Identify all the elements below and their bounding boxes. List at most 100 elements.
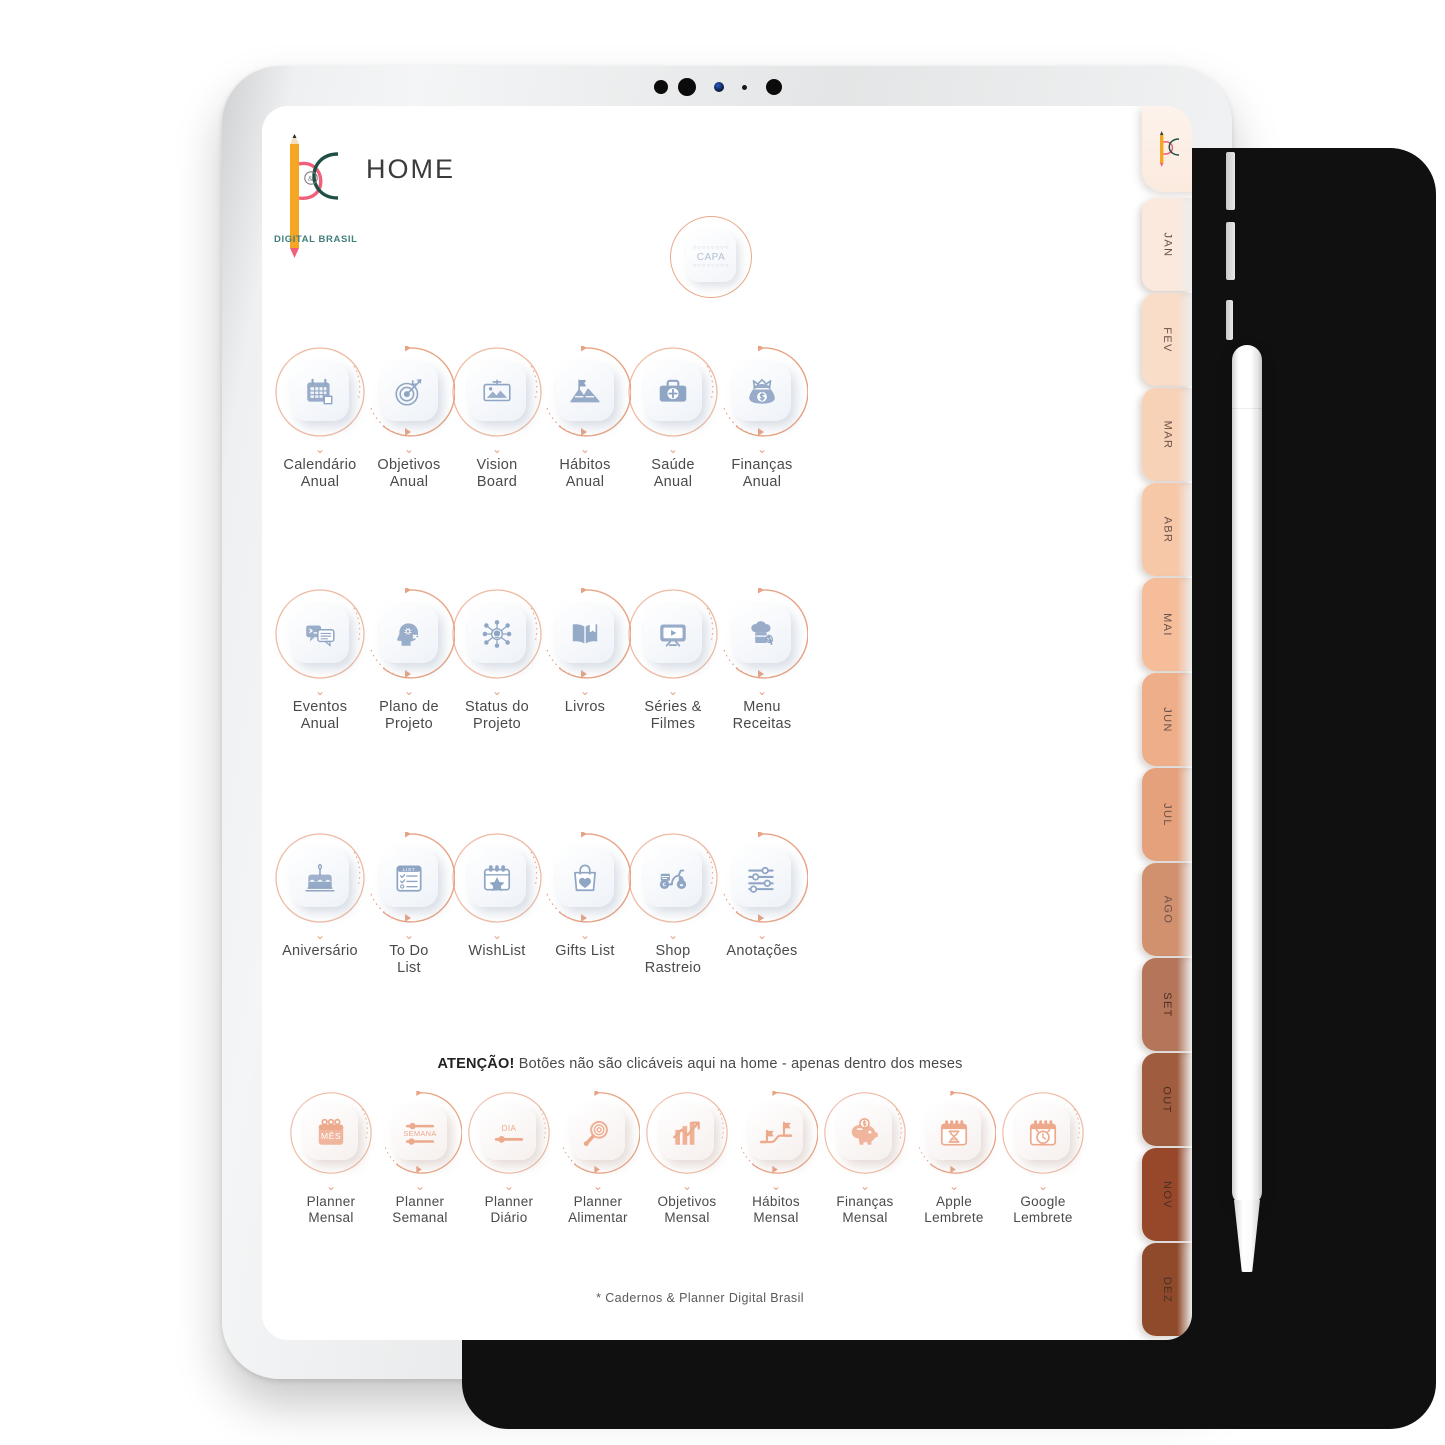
month-tab-set[interactable]: SET — [1142, 958, 1192, 1051]
monthly-section: MÊS ⌄ Planner Mensal SEMANA ⌄ Planner Se… — [262, 1091, 1138, 1281]
tv-play-icon-tile[interactable] — [644, 605, 702, 663]
growth-chart-icon-tile[interactable] — [660, 1106, 714, 1160]
calendar-month-icon-tile[interactable]: MÊS — [304, 1106, 358, 1160]
month-tab-fev[interactable]: FEV — [1142, 293, 1192, 386]
button-ring — [716, 588, 808, 680]
cover-button[interactable]: ○○○○○○○○ CAPA ○○○○○○○○ — [670, 216, 752, 298]
month-tab-label: JUL — [1160, 802, 1173, 827]
notice-body: Botões não são clicáveis aqui na home - … — [514, 1056, 963, 1072]
month-tab-label: SET — [1161, 991, 1173, 1018]
notice-emphasis: ATENÇÃO! — [437, 1056, 515, 1072]
month-tab-nov[interactable]: NOV — [1142, 1148, 1192, 1241]
calendar-hourglass-icon-tile[interactable] — [927, 1106, 981, 1160]
planner-button-chef-hat-whisk[interactable]: ⌄ Menu Receitas — [702, 588, 822, 733]
birthday-cake-icon-tile[interactable] — [291, 849, 349, 907]
svg-text:&: & — [308, 175, 314, 183]
button-label: Menu Receitas — [732, 699, 792, 732]
month-tab-label: ABR — [1160, 516, 1173, 543]
svg-text:DIA: DIA — [502, 1124, 517, 1133]
chat-bubbles-icon-tile[interactable] — [291, 605, 349, 663]
cover-dots-top: ○○○○○○○○ — [692, 244, 730, 251]
month-tab-label: FEV — [1161, 326, 1173, 353]
frying-pan-icon-tile[interactable] — [571, 1106, 625, 1160]
day-slider-icon-tile[interactable]: DIA — [482, 1106, 536, 1160]
planner-button-calendar-clock[interactable]: ⌄ Google Lembrete — [984, 1091, 1102, 1226]
planner-button-sliders[interactable]: ⌄ Anotações — [702, 832, 822, 960]
front-camera-array — [640, 78, 800, 96]
month-tab-out[interactable]: OUT — [1142, 1053, 1192, 1146]
calendar-icon-tile[interactable] — [291, 363, 349, 421]
lists-section: ⌄ Aniversário LIST ⌄ To Do List ⌄ WishLi… — [262, 832, 1138, 1012]
button-ring — [1001, 1091, 1085, 1175]
month-tab-jul[interactable]: JUL — [1142, 768, 1192, 861]
sliders-icon-tile[interactable] — [733, 849, 791, 907]
volume-down-button[interactable] — [1226, 222, 1235, 280]
screenshot-root: & DIGITAL BRASIL HOME ○○○○○○○○ CAPA ○○○○… — [0, 0, 1445, 1445]
button-ring — [716, 832, 808, 924]
button-label: Google Lembrete — [1013, 1194, 1073, 1225]
gift-bag-heart-icon-tile[interactable] — [556, 849, 614, 907]
month-tab-mai[interactable]: MAI — [1142, 578, 1192, 671]
svg-text:MÊS: MÊS — [321, 1131, 341, 1141]
apple-pencil-seam — [1232, 408, 1262, 409]
first-aid-kit-icon-tile[interactable] — [644, 363, 702, 421]
target-icon-tile[interactable] — [380, 363, 438, 421]
picture-frame-icon-tile[interactable] — [468, 363, 526, 421]
button-ring — [716, 346, 808, 438]
brand-logo-icon: & — [280, 128, 358, 268]
delivery-scooter-icon-tile[interactable] — [644, 849, 702, 907]
piggy-bank-icon-tile[interactable] — [838, 1106, 892, 1160]
camera-lens-icon — [678, 78, 696, 96]
flag-path-icon-tile[interactable] — [749, 1106, 803, 1160]
checklist-icon-tile[interactable]: LIST — [380, 849, 438, 907]
month-tab-label: NOV — [1160, 1180, 1173, 1209]
chevron-down-icon: ⌄ — [756, 442, 768, 456]
svg-text:LIST: LIST — [403, 867, 415, 872]
month-tab-label: DEZ — [1160, 1276, 1173, 1303]
chef-hat-whisk-icon-tile[interactable] — [733, 605, 791, 663]
month-tab-dez[interactable]: DEZ — [1142, 1243, 1192, 1336]
volume-up-button[interactable] — [1226, 152, 1235, 210]
button-label: Finanças Anual — [731, 457, 793, 490]
svg-text:SEMANA: SEMANA — [403, 1129, 436, 1138]
month-tab-label: MAI — [1160, 612, 1173, 637]
apple-pencil[interactable] — [1232, 345, 1262, 1205]
month-tab-label: OUT — [1160, 1085, 1173, 1114]
month-tab-label: JUN — [1161, 706, 1173, 733]
calendar-clock-icon-tile[interactable] — [1016, 1106, 1070, 1160]
month-tab-rail: JAN FEV MAR ABR MAI JUN JUL AGO SET OUT NOV DEZ — [1138, 106, 1192, 1340]
month-tab-jan[interactable]: JAN — [1142, 198, 1192, 291]
month-tab-mar[interactable]: MAR — [1142, 388, 1192, 481]
network-idea-icon-tile[interactable] — [468, 605, 526, 663]
button-label: Anotações — [726, 943, 798, 959]
week-sliders-icon-tile[interactable]: SEMANA — [393, 1106, 447, 1160]
rail-logo-tab[interactable] — [1142, 106, 1192, 192]
cover-label: CAPA — [696, 251, 726, 263]
head-gears-icon-tile[interactable] — [380, 605, 438, 663]
cover-tile[interactable]: ○○○○○○○○ CAPA ○○○○○○○○ — [686, 232, 736, 282]
month-tab-ago[interactable]: AGO — [1142, 863, 1192, 956]
month-tab-label: AGO — [1161, 895, 1173, 924]
month-tab-label: JAN — [1160, 232, 1173, 257]
annual-section: ⌄ Calendário Anual ⌄ Objetivos Anual ⌄ V… — [262, 346, 1138, 526]
camera-lens-icon — [766, 79, 782, 95]
face-id-sensor-icon — [714, 82, 724, 92]
calendar-star-icon-tile[interactable] — [468, 849, 526, 907]
month-tab-abr[interactable]: ABR — [1142, 483, 1192, 576]
month-tab-label: MAR — [1161, 420, 1173, 449]
planner-app: & DIGITAL BRASIL HOME ○○○○○○○○ CAPA ○○○○… — [262, 106, 1192, 1340]
planner-button-money-bag[interactable]: ⌄ Finanças Anual — [702, 346, 822, 491]
page-footer: * Cadernos & Planner Digital Brasil — [596, 1291, 804, 1305]
mountain-flag-icon-tile[interactable] — [556, 363, 614, 421]
month-tab-jun[interactable]: JUN — [1142, 673, 1192, 766]
notice-text: ATENÇÃO! Botões não são clicáveis aqui n… — [262, 1056, 1138, 1072]
page-title: HOME — [366, 154, 455, 184]
power-button[interactable] — [1226, 300, 1233, 340]
cover-dots-bottom: ○○○○○○○○ — [692, 262, 730, 269]
chevron-down-icon: ⌄ — [756, 928, 768, 942]
open-book-icon-tile[interactable] — [556, 605, 614, 663]
money-bag-icon-tile[interactable] — [733, 363, 791, 421]
planner-page: & DIGITAL BRASIL HOME ○○○○○○○○ CAPA ○○○○… — [262, 106, 1138, 1340]
chevron-down-icon: ⌄ — [756, 684, 768, 698]
chevron-down-icon: ⌄ — [1037, 1179, 1049, 1193]
